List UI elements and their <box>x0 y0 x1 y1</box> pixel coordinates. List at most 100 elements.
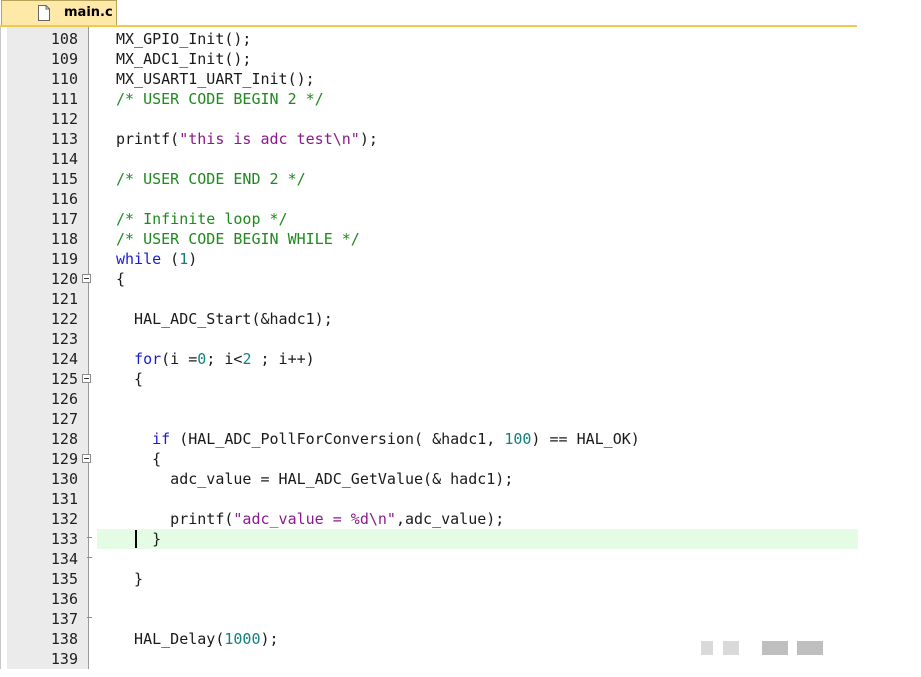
code-token: } <box>116 530 162 548</box>
code-line[interactable]: 118 /* USER CODE BEGIN WHILE */ <box>1 229 858 249</box>
code-line[interactable]: 128 if (HAL_ADC_PollForConversion( &hadc… <box>1 429 858 449</box>
code-line[interactable]: 123 <box>1 329 858 349</box>
code-line[interactable]: 122 HAL_ADC_Start(&hadc1); <box>1 309 858 329</box>
line-number: 126 <box>50 390 78 408</box>
line-number: 111 <box>50 90 78 108</box>
code-token: /* USER CODE END 2 */ <box>116 170 306 188</box>
code-line[interactable]: 136 <box>1 589 858 609</box>
code-line[interactable]: 130 adc_value = HAL_ADC_GetValue(& hadc1… <box>1 469 858 489</box>
line-number: 109 <box>50 50 78 68</box>
tab-main-c[interactable]: main.c <box>1 0 117 25</box>
fold-toggle-icon[interactable] <box>82 454 91 463</box>
code-text: printf("adc_value = %d\n",adc_value); <box>116 509 504 529</box>
editor-tab-bar: main.c <box>0 0 857 27</box>
code-line[interactable]: 120 { <box>1 269 858 289</box>
code-line[interactable]: 115 /* USER CODE END 2 */ <box>1 169 858 189</box>
code-line[interactable]: 137 <box>1 609 858 629</box>
line-number: 128 <box>50 430 78 448</box>
code-line[interactable]: 114 <box>1 149 858 169</box>
line-number: 119 <box>50 250 78 268</box>
code-line[interactable]: 124 for(i =0; i<2 ; i++) <box>1 349 858 369</box>
line-number: 115 <box>50 170 78 188</box>
line-number: 129 <box>50 450 78 468</box>
code-line[interactable]: 112 <box>1 109 858 129</box>
code-token: ); <box>260 630 279 648</box>
code-token: 100 <box>504 430 532 448</box>
file-icon <box>38 5 50 21</box>
code-token: { <box>116 270 126 288</box>
code-token: "this is adc test\n" <box>179 130 360 148</box>
fold-toggle-icon[interactable] <box>82 274 91 283</box>
code-line[interactable]: 135 } <box>1 569 858 589</box>
code-token: ; i++) <box>251 350 315 368</box>
code-token: } <box>116 570 144 588</box>
code-line[interactable]: 121 <box>1 289 858 309</box>
code-line[interactable]: 110 MX_USART1_UART_Init(); <box>1 69 858 89</box>
code-token: { <box>116 370 144 388</box>
code-line[interactable]: 133 } <box>1 529 858 549</box>
line-number: 108 <box>50 30 78 48</box>
fold-toggle-icon[interactable] <box>82 374 91 383</box>
code-token: printf( <box>116 130 180 148</box>
code-token: "adc_value = %d\n" <box>233 510 396 528</box>
code-token: ) == HAL_OK) <box>531 430 640 448</box>
code-token: /* Infinite loop */ <box>116 210 288 228</box>
line-number: 116 <box>50 190 78 208</box>
code-line[interactable]: 126 <box>1 389 858 409</box>
watermark-block <box>762 641 788 655</box>
code-text: HAL_Delay(1000); <box>116 629 279 649</box>
line-number: 131 <box>50 490 78 508</box>
code-line[interactable]: 113 printf("this is adc test\n"); <box>1 129 858 149</box>
code-token: HAL_Delay( <box>116 630 225 648</box>
watermark-block <box>723 641 739 655</box>
watermark-block <box>701 641 713 655</box>
code-token: 0 <box>197 350 207 368</box>
code-token: printf( <box>116 510 234 528</box>
code-token: /* USER CODE BEGIN WHILE */ <box>116 230 360 248</box>
line-number: 120 <box>50 270 78 288</box>
code-token: /* USER CODE BEGIN 2 */ <box>116 90 324 108</box>
line-number: 113 <box>50 130 78 148</box>
code-text: } <box>116 569 143 589</box>
code-line[interactable]: 131 <box>1 489 858 509</box>
code-token: ,adc_value); <box>395 510 505 528</box>
code-text: while (1) <box>116 249 197 269</box>
watermark-block <box>797 641 823 655</box>
line-number: 139 <box>50 650 78 668</box>
code-line[interactable]: 134 <box>1 549 858 569</box>
code-token: (i = <box>161 350 198 368</box>
code-line[interactable]: 129 { <box>1 449 858 469</box>
line-number: 136 <box>50 590 78 608</box>
code-text: { <box>116 269 125 289</box>
code-text: for(i =0; i<2 ; i++) <box>116 349 315 369</box>
code-line[interactable]: 127 <box>1 409 858 429</box>
code-editor[interactable]: 108 MX_GPIO_Init(); 109 MX_ADC1_Init(); 110 M… <box>0 27 858 669</box>
code-token: while <box>116 250 162 268</box>
code-text: HAL_ADC_Start(&hadc1); <box>116 309 333 329</box>
code-line[interactable]: 109 MX_ADC1_Init(); <box>1 49 858 69</box>
code-token: ; i< <box>206 350 243 368</box>
code-line[interactable]: 111 /* USER CODE BEGIN 2 */ <box>1 89 858 109</box>
fold-end-marker <box>87 557 92 558</box>
code-token: MX_GPIO_Init(); <box>116 30 252 48</box>
code-token: ); <box>359 130 378 148</box>
line-number: 110 <box>50 70 78 88</box>
code-line[interactable]: 116 <box>1 189 858 209</box>
code-token: { <box>116 450 162 468</box>
line-number: 135 <box>50 570 78 588</box>
fold-end-marker <box>87 537 92 538</box>
code-token: for <box>134 350 162 368</box>
line-number: 112 <box>50 110 78 128</box>
code-line[interactable]: 117 /* Infinite loop */ <box>1 209 858 229</box>
code-line[interactable]: 108 MX_GPIO_Init(); <box>1 29 858 49</box>
code-text: if (HAL_ADC_PollForConversion( &hadc1, 1… <box>116 429 640 449</box>
code-line[interactable]: 132 printf("adc_value = %d\n",adc_value)… <box>1 509 858 529</box>
code-token: 1000 <box>224 630 261 648</box>
code-line[interactable]: 119 while (1) <box>1 249 858 269</box>
code-line[interactable]: 125 { <box>1 369 858 389</box>
code-text: /* USER CODE BEGIN 2 */ <box>116 89 324 109</box>
tab-label: main.c <box>64 5 113 20</box>
code-text: } <box>116 529 161 549</box>
line-number: 117 <box>50 210 78 228</box>
